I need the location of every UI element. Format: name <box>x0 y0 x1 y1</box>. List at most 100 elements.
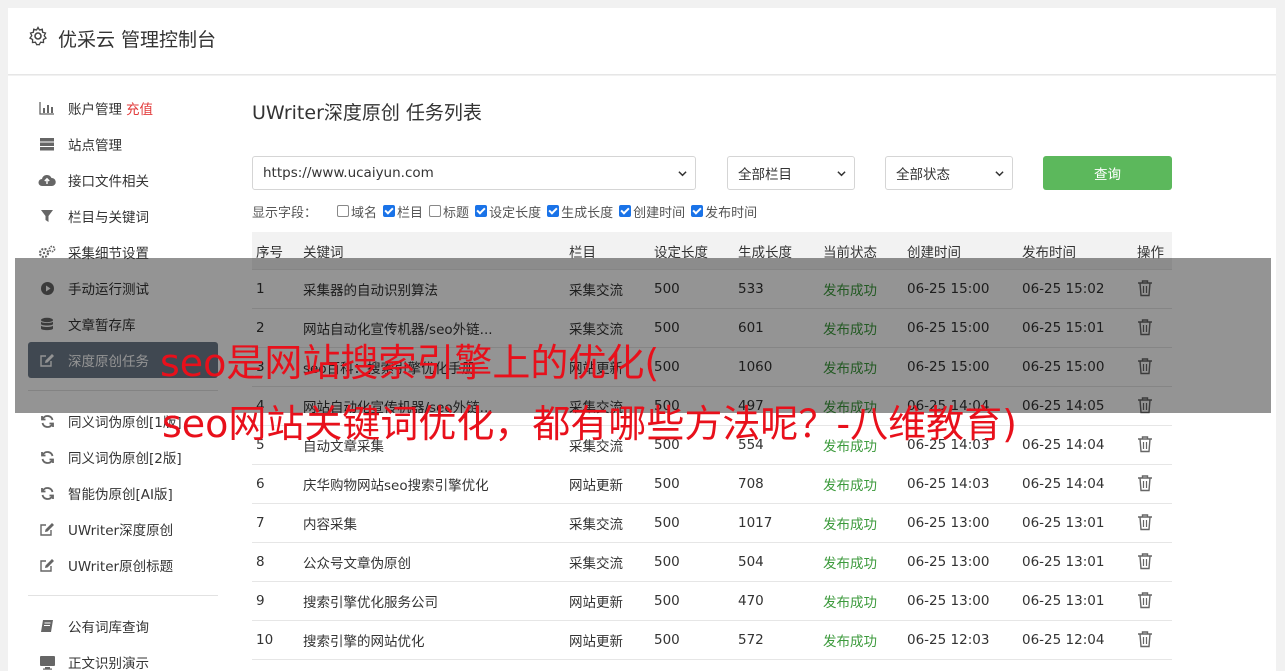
sidebar-item[interactable]: 站点管理 <box>28 126 218 162</box>
field-checkbox[interactable]: 创建时间 <box>619 202 685 221</box>
sidebar-item[interactable]: 公有词库查询 <box>28 608 218 644</box>
checkbox-box[interactable] <box>337 205 350 217</box>
checkbox-box[interactable] <box>691 205 704 217</box>
sidebar-item[interactable]: UWriter原创标题 <box>28 547 218 583</box>
delete-button[interactable] <box>1137 552 1153 574</box>
sidebar-item[interactable]: UWriter深度原创 <box>28 511 218 547</box>
field-checkbox[interactable]: 生成长度 <box>547 202 613 221</box>
checkbox-box[interactable] <box>475 205 488 217</box>
table-cell: 06-25 14:03 <box>907 476 990 492</box>
field-checkbox[interactable]: 栏目 <box>383 202 423 221</box>
display-fields-label: 显示字段： <box>252 205 318 221</box>
checkbox-box[interactable] <box>383 205 396 217</box>
table-row: 6 庆华购物网站seo搜索引擎优化 网站更新 500 708 发布成功 06-25 14:0… <box>252 465 1172 504</box>
field-checkbox-label: 创建时间 <box>633 205 686 221</box>
overlay-caption-line-2: seo网站关键词优化，都有哪些方法呢？-八维教育) <box>162 402 1017 446</box>
delete-button[interactable] <box>1137 474 1153 496</box>
chevron-down-icon <box>678 171 687 177</box>
table-cell: 7 <box>256 515 265 531</box>
refresh-icon <box>38 449 56 465</box>
table-cell: 内容采集 <box>303 517 357 533</box>
field-checkbox-label: 域名 <box>351 205 378 221</box>
sidebar-item[interactable]: 智能伪原创[AI版] <box>28 475 218 511</box>
table-row: 8 公众号文章伪原创 采集交流 500 504 发布成功 06-25 13:00 06-25 … <box>252 543 1172 582</box>
trash-icon <box>1138 592 1152 609</box>
field-checkbox-label: 设定长度 <box>489 205 542 221</box>
sidebar-item-label: 站点管理 <box>68 138 122 154</box>
table-cell: 公众号文章伪原创 <box>303 556 411 572</box>
table-cell: 06-25 12:03 <box>907 632 990 648</box>
checkbox-box[interactable] <box>429 205 442 217</box>
table-cell: 06-25 14:04 <box>1022 476 1105 492</box>
sidebar-item-label: 智能伪原创[AI版] <box>68 487 173 503</box>
field-checkbox[interactable]: 域名 <box>337 202 377 221</box>
sidebar-item[interactable]: 接口文件相关 <box>28 162 218 198</box>
query-button[interactable]: 查询 <box>1043 156 1172 190</box>
delete-button[interactable] <box>1137 435 1153 457</box>
trash-icon <box>1138 436 1152 453</box>
sidebar-item-label: 栏目与关键词 <box>68 210 149 226</box>
bar-chart-icon <box>38 100 56 116</box>
field-checkbox-label: 标题 <box>443 205 470 221</box>
field-checkbox[interactable]: 发布时间 <box>691 202 757 221</box>
table-cell: 采集交流 <box>569 517 623 533</box>
cloud-upload-icon <box>38 172 56 188</box>
table-cell: 504 <box>738 554 764 570</box>
sidebar-item[interactable]: 账户管理 充值 <box>28 90 218 126</box>
site-select[interactable]: https://www.ucaiyun.com <box>252 156 696 190</box>
delete-button[interactable] <box>1137 513 1153 535</box>
table-cell: 500 <box>654 593 680 609</box>
field-checkbox-label: 栏目 <box>397 205 424 221</box>
table-cell: 06-25 12:04 <box>1022 632 1105 648</box>
display-fields: 显示字段： 域名 栏目 标题 设定长度 生成长度 创建时间 发布时间 <box>252 202 763 221</box>
main-content: UWriter深度原创 任务列表 https://www.ucaiyun.com… <box>252 98 1172 660</box>
table-cell: 网站更新 <box>569 478 623 494</box>
table-cell: 06-25 13:01 <box>1022 515 1105 531</box>
sidebar-item[interactable]: 栏目与关键词 <box>28 198 218 234</box>
chevron-down-icon <box>837 171 846 177</box>
filter-bar: https://www.ucaiyun.com 全部栏目 全部状态 查询 <box>252 156 1172 190</box>
table-cell: 8 <box>256 554 265 570</box>
server-icon <box>38 136 56 152</box>
sidebar-item-label: UWriter原创标题 <box>68 559 174 575</box>
table-cell: 搜索引擎优化服务公司 <box>303 595 438 611</box>
table-cell: 1017 <box>738 515 773 531</box>
sidebar-item-label: UWriter深度原创 <box>68 523 174 539</box>
status-select[interactable]: 全部状态 <box>885 156 1013 190</box>
field-checkbox[interactable]: 标题 <box>429 202 469 221</box>
table-row: 9 搜索引擎优化服务公司 网站更新 500 470 发布成功 06-25 13:00 06-2… <box>252 582 1172 621</box>
table-cell: 572 <box>738 632 764 648</box>
status-text: 发布成功 <box>823 478 877 494</box>
refresh-icon <box>38 485 56 501</box>
sidebar-item[interactable]: 正文识别演示 <box>28 644 218 671</box>
sidebar-divider <box>28 595 218 596</box>
table-cell: 500 <box>654 476 680 492</box>
field-checkbox[interactable]: 设定长度 <box>475 202 541 221</box>
category-select-value: 全部栏目 <box>738 167 792 183</box>
overlay-caption-line-1: seo是网站搜索引擎上的优化( <box>160 341 660 385</box>
status-text: 发布成功 <box>823 556 877 572</box>
table-cell: 采集交流 <box>569 556 623 572</box>
book-icon <box>38 618 56 634</box>
table-cell: 500 <box>654 515 680 531</box>
refresh-icon <box>38 413 56 429</box>
category-select[interactable]: 全部栏目 <box>727 156 855 190</box>
recharge-link[interactable]: 充值 <box>126 98 153 118</box>
delete-button[interactable] <box>1137 630 1153 652</box>
checkbox-box[interactable] <box>547 205 560 217</box>
page-title: UWriter深度原创 任务列表 <box>252 102 482 124</box>
trash-icon <box>1138 514 1152 531</box>
table-cell: 9 <box>256 593 265 609</box>
table-cell: 网站更新 <box>569 595 623 611</box>
table-cell: 06-25 13:01 <box>1022 554 1105 570</box>
chevron-down-icon <box>995 171 1004 177</box>
trash-icon <box>1138 475 1152 492</box>
table-cell: 网站更新 <box>569 634 623 650</box>
table-cell: 6 <box>256 476 265 492</box>
delete-button[interactable] <box>1137 591 1153 613</box>
edit-icon <box>38 557 56 573</box>
gear-icon <box>29 26 47 46</box>
table-row: 10 搜索引擎的网站优化 网站更新 500 572 发布成功 06-25 12:03 06-2… <box>252 621 1172 660</box>
checkbox-box[interactable] <box>619 205 632 217</box>
app-title: 优采云 管理控制台 <box>58 29 217 51</box>
